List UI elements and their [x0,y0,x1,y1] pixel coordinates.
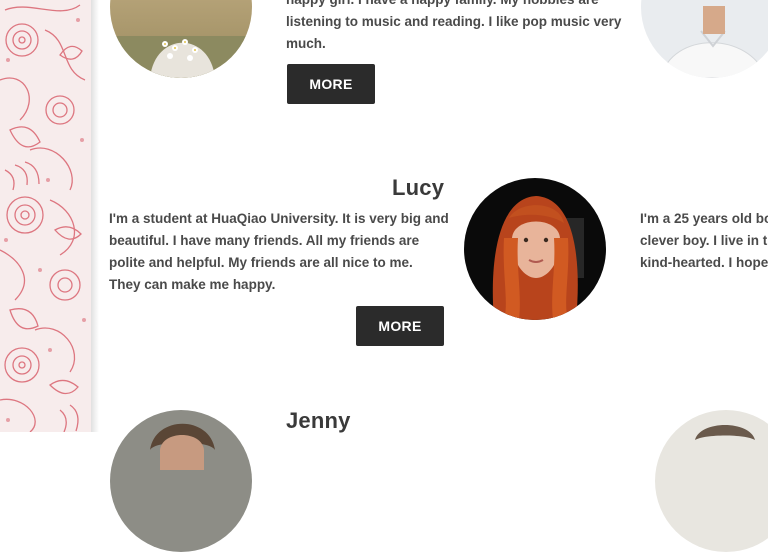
lucy-bio-line-2: beautiful. I have many friends. All my f… [109,233,420,248]
lucy-bio-line-3: polite and helpful. My friends are all n… [109,255,413,270]
photo-girl-flowers-icon [110,0,252,78]
right-partial-bio: I'm a 25 years old bo clever boy. I live… [640,208,768,274]
right-bio-line-2: clever boy. I live in t [640,233,768,248]
lucy-name-heading: Lucy [392,175,445,200]
top-more-button[interactable]: MORE [287,64,375,104]
avatar-lucy [464,178,606,320]
lucy-more-button[interactable]: MORE [356,306,444,346]
floral-edge-shadow [91,0,99,432]
top-bio-line-1: happy girl. I have a happy family. My ho… [286,0,626,11]
lucy-bio-line-4: They can make me happy. [109,277,276,292]
avatar-bottom-right [655,410,768,552]
photo-red-haired-girl-icon [464,178,606,320]
avatar-top-girl [110,0,252,78]
avatar-jenny [110,410,252,552]
avatar-top-man [641,0,768,78]
top-bio-line-2: listening to music and reading. I like p… [286,14,622,29]
jenny-name-heading: Jenny [286,408,351,433]
lucy-bio: I'm a student at HuaQiao University. It … [109,208,454,296]
photo-person-icon [655,410,768,552]
top-bio-line-3: much. [286,36,326,51]
top-profile-bio: happy girl. I have a happy family. My ho… [286,0,626,55]
lucy-bio-line-1: I'm a student at HuaQiao University. It … [109,211,449,226]
floral-pattern-icon [0,4,86,432]
photo-jenny-icon [110,410,252,552]
photo-man-white-shirt-icon [641,0,768,78]
right-bio-line-1: I'm a 25 years old bo [640,211,768,226]
floral-side-decoration [0,0,91,432]
right-bio-line-3: kind-hearted. I hope [640,255,768,270]
